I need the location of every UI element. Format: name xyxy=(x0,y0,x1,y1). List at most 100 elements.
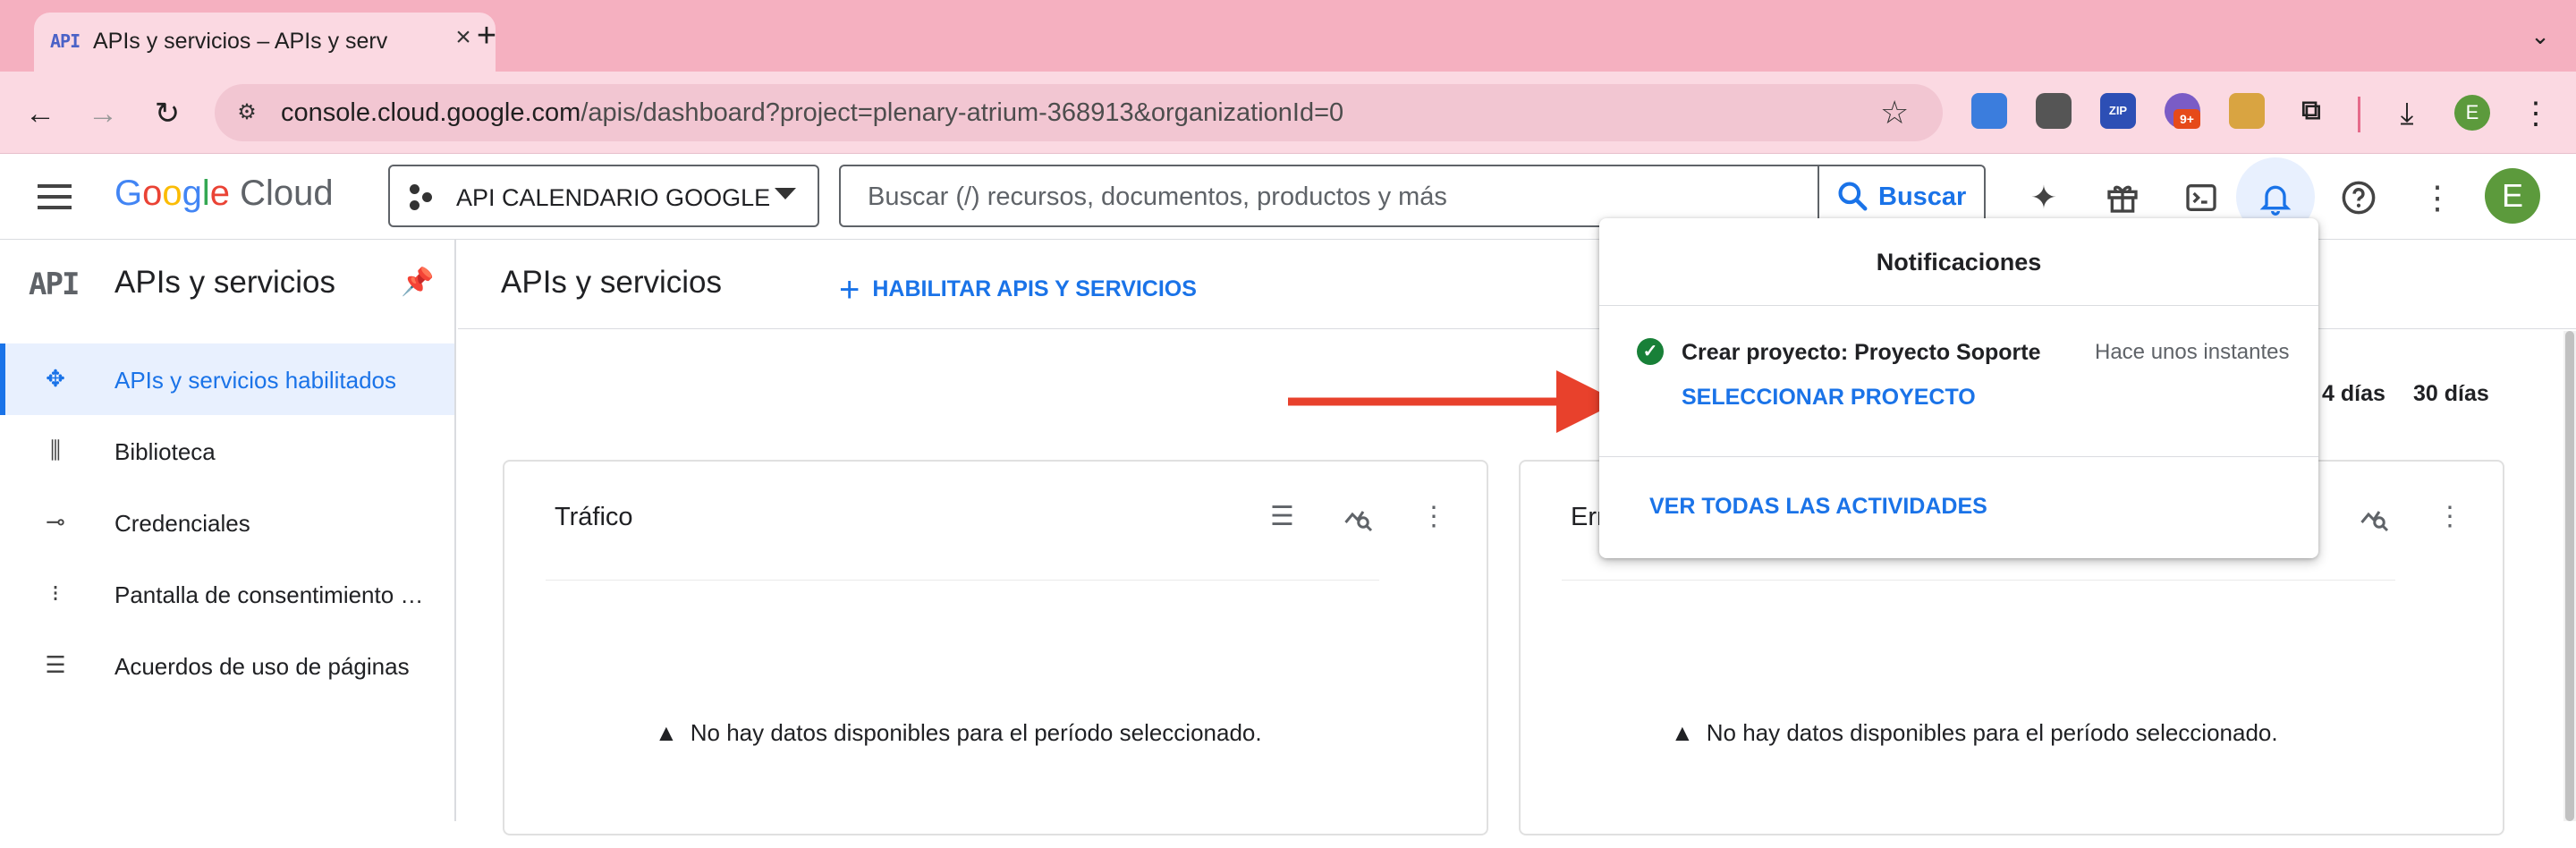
caret-down-icon xyxy=(775,188,796,199)
browser-tab-strip: API APIs y servicios – APIs y serv × + ⌄ xyxy=(0,0,2576,72)
enable-apis-button[interactable]: + HABILITAR APIS Y SERVICIOS xyxy=(839,270,1197,310)
tab-search-chevron-icon[interactable]: ⌄ xyxy=(2521,16,2560,55)
no-data-text: No hay datos disponibles para el período… xyxy=(690,719,1262,746)
api-logo-icon: API xyxy=(29,267,80,302)
reload-icon[interactable]: ↻ xyxy=(147,93,188,134)
url-text[interactable]: console.cloud.google.com/apis/dashboard?… xyxy=(281,98,1343,128)
sidebar-item-label: Credenciales xyxy=(114,510,250,537)
puzzle-extensions-icon[interactable]: ⧉ xyxy=(2293,93,2329,129)
logo-letter: g xyxy=(182,174,202,213)
logo-cloud-word: Cloud xyxy=(230,174,334,213)
browser-menu-icon[interactable]: ⋮ xyxy=(2515,93,2556,134)
download-icon[interactable]: ⤓ xyxy=(2386,93,2428,134)
bookmark-star-icon[interactable]: ☆ xyxy=(1880,95,1909,131)
search-button-label: Buscar xyxy=(1878,182,1967,211)
consent-icon: ⁝ xyxy=(51,580,60,606)
toolbar-divider xyxy=(2358,97,2360,132)
sidebar-item-consent-screen[interactable]: ⁝ Pantalla de consentimiento … xyxy=(0,558,454,630)
more-options-icon[interactable]: ⋮ xyxy=(2415,175,2460,220)
explore-chart-icon[interactable] xyxy=(1342,501,1374,540)
address-bar[interactable]: ⚙ console.cloud.google.com/apis/dashboar… xyxy=(215,84,1943,141)
scrollbar-thumb[interactable] xyxy=(2565,331,2574,821)
logo-letter: l xyxy=(201,174,210,213)
gift-icon[interactable] xyxy=(2100,175,2145,220)
cloud-shell-terminal-icon[interactable] xyxy=(2179,175,2224,220)
url-path: /apis/dashboard?project=plenary-atrium-3… xyxy=(580,98,1344,127)
bell-icon[interactable] xyxy=(2253,175,2298,220)
warning-icon: ▲ xyxy=(1671,719,1694,746)
select-project-link[interactable]: SELECCIONAR PROYECTO xyxy=(1682,385,1976,411)
settings-list-icon: ☰ xyxy=(45,651,66,678)
page-title: APIs y servicios xyxy=(501,265,722,300)
annotation-arrow xyxy=(1288,370,1619,433)
url-host: console.cloud.google.com xyxy=(281,98,581,127)
help-icon[interactable] xyxy=(2336,175,2381,220)
project-name: API CALENDARIO GOOGLE xyxy=(456,184,771,211)
new-tab-button[interactable]: + xyxy=(467,16,506,55)
legend-toggle-icon[interactable]: ☰ xyxy=(1270,501,1294,532)
card-more-icon[interactable]: ⋮ xyxy=(2436,501,2463,532)
search-icon xyxy=(1838,182,1868,211)
logo-letter: G xyxy=(114,174,143,213)
sidebar-item-label: Biblioteca xyxy=(114,438,216,465)
no-data-message: ▲ No hay datos disponibles para el períod… xyxy=(1671,719,2278,747)
tab-title: APIs y servicios – APIs y serv xyxy=(93,29,388,54)
forward-arrow-icon[interactable]: → xyxy=(82,93,123,134)
sidebar-item-enabled-apis[interactable]: ✥ APIs y servicios habilitados xyxy=(0,343,454,415)
traffic-chart-area xyxy=(546,580,1379,848)
tab-favicon-icon: API xyxy=(50,30,80,52)
account-avatar[interactable]: E xyxy=(2485,168,2540,224)
explore-chart-icon[interactable] xyxy=(2358,501,2390,540)
notifications-divider xyxy=(1599,456,2318,457)
browser-tab[interactable]: API APIs y servicios – APIs y serv × xyxy=(34,13,496,72)
apis-icon: ✥ xyxy=(46,365,65,392)
search-button[interactable]: Buscar xyxy=(1818,166,1986,225)
logo-letter: o xyxy=(162,174,182,213)
notifications-title: Notificaciones xyxy=(1599,218,2318,306)
search-input[interactable] xyxy=(868,179,1762,215)
no-data-message: ▲ No hay datos disponibles para el períod… xyxy=(655,719,1262,747)
sidebar-item-label: Acuerdos de uso de páginas xyxy=(114,653,410,680)
no-data-text: No hay datos disponibles para el período… xyxy=(1706,719,2278,746)
period-4-days[interactable]: 4 días xyxy=(2322,381,2385,407)
warning-icon: ▲ xyxy=(655,719,678,746)
extension-badge: 9+ xyxy=(2174,109,2200,129)
main-scrollbar[interactable] xyxy=(2563,331,2576,821)
sidebar-item-label: Pantalla de consentimiento … xyxy=(114,581,424,608)
colorful-extension-icon[interactable]: 9+ xyxy=(2165,93,2200,129)
project-icon xyxy=(410,184,436,211)
card-title: Tráfico xyxy=(555,503,633,531)
image-extension-icon[interactable] xyxy=(2229,93,2265,129)
pin-icon[interactable]: 📌 xyxy=(401,267,434,298)
period-30-days[interactable]: 30 días xyxy=(2413,381,2489,407)
left-sidebar: API APIs y servicios 📌 ✥ APIs y servicio… xyxy=(0,240,456,821)
sidebar-title: APIs y servicios xyxy=(114,265,335,300)
view-all-activities-link[interactable]: VER TODAS LAS ACTIVIDADES xyxy=(1649,494,1987,520)
shield-extension-icon[interactable] xyxy=(2036,93,2072,129)
traffic-card: Tráfico ☰ ⋮ ▲ No hay datos disponibles pa… xyxy=(503,460,1488,835)
enable-apis-label: HABILITAR APIS Y SERVICIOS xyxy=(872,276,1197,301)
gemini-sparkle-icon[interactable]: ✦ xyxy=(2021,175,2066,220)
zip-extension-icon[interactable]: ZIP xyxy=(2100,93,2136,129)
google-cloud-logo[interactable]: Google Cloud xyxy=(114,174,334,214)
success-check-icon: ✓ xyxy=(1637,338,1664,365)
key-icon: ⊸ xyxy=(46,508,65,535)
back-arrow-icon[interactable]: ← xyxy=(20,93,61,134)
site-info-icon[interactable]: ⚙ xyxy=(231,97,263,129)
plus-icon: + xyxy=(839,270,860,310)
hamburger-menu-icon[interactable] xyxy=(38,177,80,216)
profile-avatar[interactable]: E xyxy=(2454,95,2490,131)
browser-toolbar: ← → ↻ ⚙ console.cloud.google.com/apis/da… xyxy=(0,72,2576,154)
errors-chart-area xyxy=(1562,580,2395,848)
sidebar-item-credentials[interactable]: ⊸ Credenciales xyxy=(0,487,454,558)
logo-letter: o xyxy=(142,174,163,213)
logo-letter: e xyxy=(209,174,231,213)
card-more-icon[interactable]: ⋮ xyxy=(1420,501,1447,532)
sidebar-item-library[interactable]: ⫼ Biblioteca xyxy=(0,415,454,487)
project-selector[interactable]: API CALENDARIO GOOGLE xyxy=(388,165,819,227)
sidebar-item-label: APIs y servicios habilitados xyxy=(114,367,397,394)
notifications-panel: Notificaciones ✓ Crear proyecto: Proyect… xyxy=(1599,218,2318,558)
calendar-extension-icon[interactable] xyxy=(1971,93,2007,129)
notification-time: Hace unos instantes xyxy=(2095,340,2290,364)
sidebar-item-page-usage[interactable]: ☰ Acuerdos de uso de páginas xyxy=(0,630,454,701)
